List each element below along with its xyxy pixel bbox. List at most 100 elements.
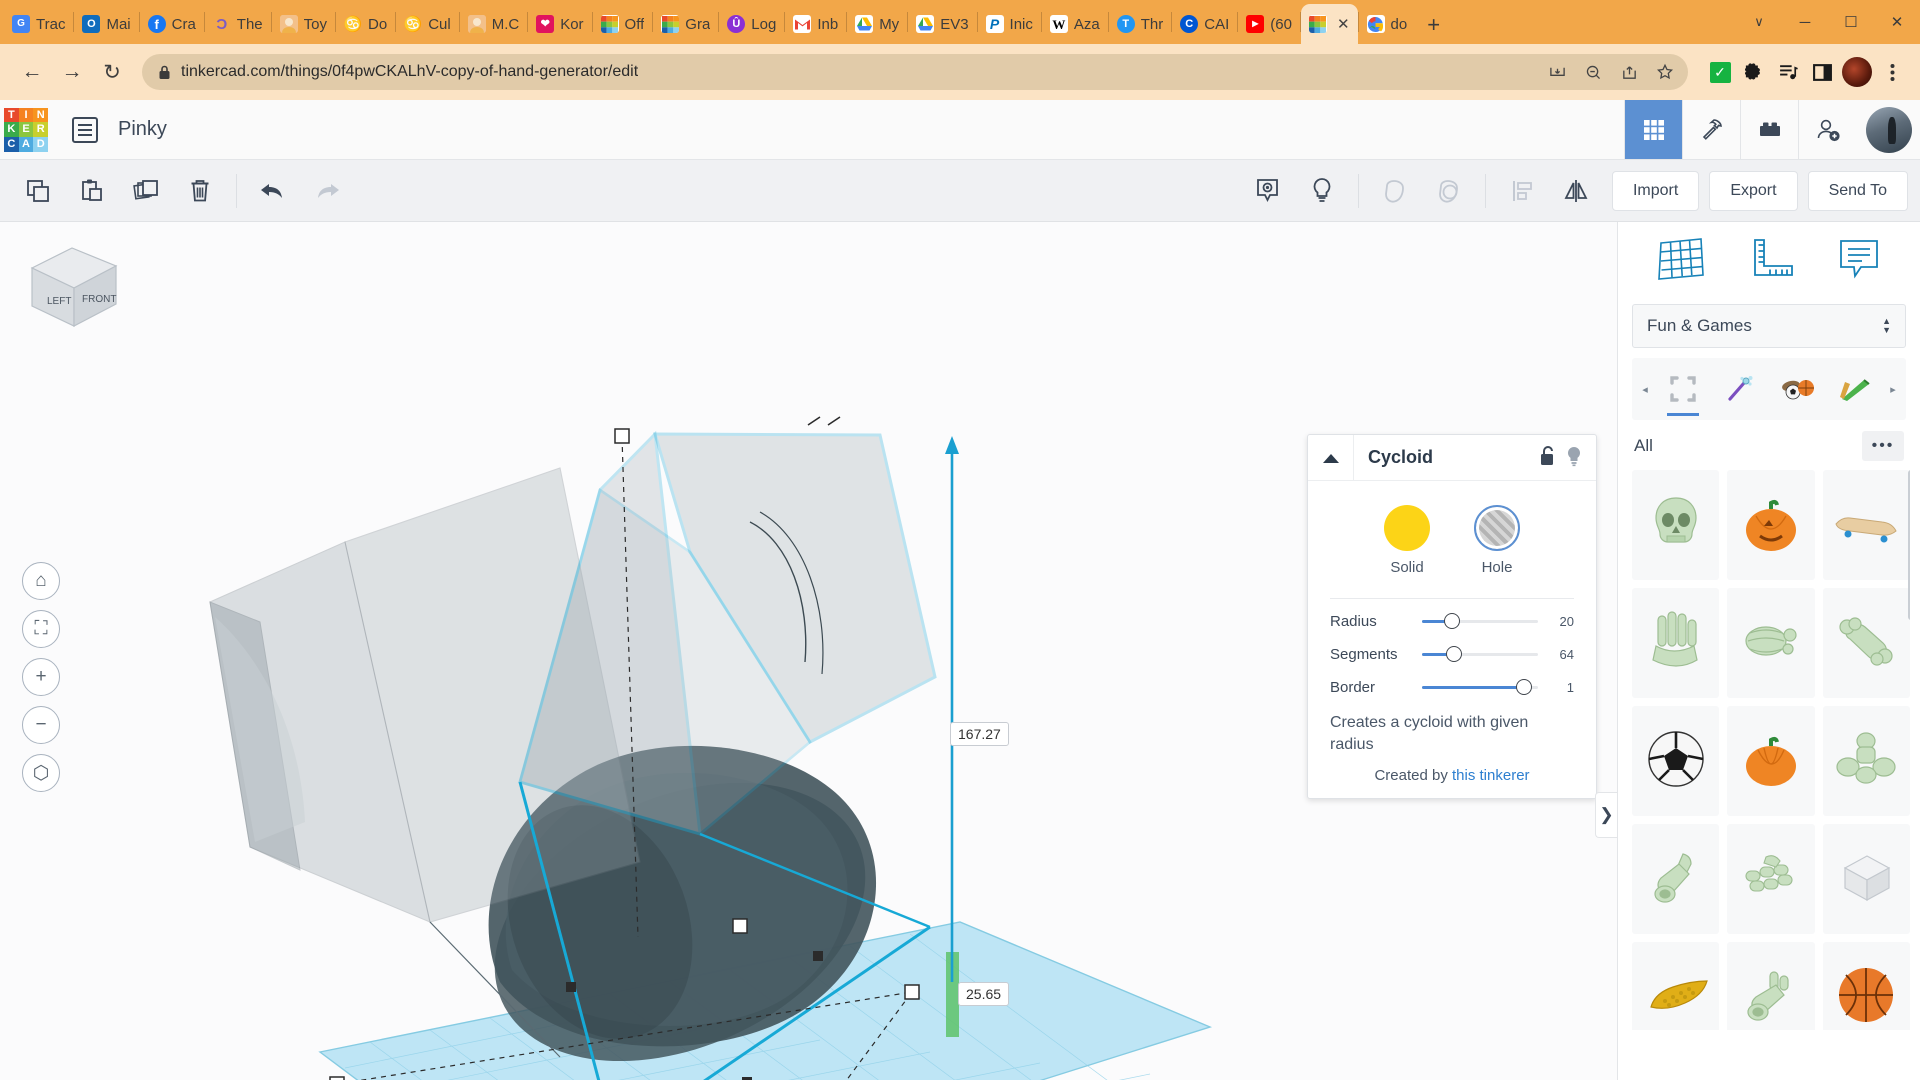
segments-slider-knob[interactable] xyxy=(1446,646,1463,662)
window-close-button[interactable]: ✕ xyxy=(1874,13,1920,31)
send-to-button[interactable]: Send To xyxy=(1807,170,1908,211)
user-avatar[interactable] xyxy=(1866,106,1912,153)
shape-finger-bone[interactable] xyxy=(1632,824,1720,934)
browser-tab[interactable]: ♋ Cul xyxy=(396,4,459,44)
address-bar[interactable]: tinkercad.com/things/0f4pwCKALhV-copy-of… xyxy=(142,54,1688,90)
playlist-icon[interactable] xyxy=(1774,58,1802,86)
subcat-sports[interactable] xyxy=(1769,358,1827,420)
zoom-in-button[interactable]: + xyxy=(22,658,60,696)
reload-button[interactable]: ↻ xyxy=(94,54,130,90)
browser-tab[interactable]: ✕ xyxy=(1300,4,1358,44)
group-button[interactable] xyxy=(1369,168,1421,214)
shape-basketball[interactable] xyxy=(1822,942,1910,1030)
undo-button[interactable] xyxy=(247,168,299,214)
shapes-scrollbar[interactable] xyxy=(1908,470,1910,620)
unlock-icon[interactable] xyxy=(1538,445,1558,471)
browser-tab[interactable]: ♋ Do xyxy=(336,4,395,44)
shape-soccer-ball[interactable] xyxy=(1632,706,1720,816)
browser-tab[interactable]: P Inic xyxy=(978,4,1041,44)
collapse-triangle-icon[interactable] xyxy=(1308,434,1354,481)
subcat-toys[interactable] xyxy=(1712,358,1770,420)
align-button[interactable] xyxy=(1496,168,1548,214)
window-minimize-button[interactable]: ─ xyxy=(1782,14,1828,31)
subcat-playground[interactable] xyxy=(1827,358,1885,420)
copy-button[interactable] xyxy=(12,168,64,214)
radius-slider-track[interactable] xyxy=(1422,613,1538,629)
border-slider-track[interactable] xyxy=(1422,679,1538,695)
perspective-toggle-button[interactable]: ⬡ xyxy=(22,754,60,792)
delete-button[interactable] xyxy=(174,168,226,214)
sidebar-collapse-toggle[interactable]: ❯ xyxy=(1595,792,1617,838)
shape-bone[interactable] xyxy=(1822,588,1910,698)
shape-skull[interactable] xyxy=(1632,470,1720,580)
browser-tab[interactable]: EV3 xyxy=(908,4,976,44)
lightbulb-icon[interactable] xyxy=(1564,445,1584,471)
shapes-more-button[interactable]: ••• xyxy=(1862,431,1904,461)
border-slider-knob[interactable] xyxy=(1516,679,1533,695)
browser-tab[interactable]: Toy xyxy=(272,4,335,44)
browser-tab[interactable]: f Cra xyxy=(140,4,204,44)
tinkercad-logo[interactable]: TINKERCAD xyxy=(4,107,48,152)
radius-slider-knob[interactable] xyxy=(1444,613,1461,629)
shape-toe-bones[interactable] xyxy=(1727,942,1815,1030)
shape-hand-bones[interactable] xyxy=(1632,588,1720,698)
forward-button[interactable]: → xyxy=(54,54,90,90)
shape-box[interactable] xyxy=(1822,824,1910,934)
browser-tab[interactable]: C CAI xyxy=(1172,4,1237,44)
browser-tab[interactable]: Ɔ The xyxy=(205,4,271,44)
project-menu-icon[interactable] xyxy=(72,116,98,143)
browser-tab[interactable]: W Aza xyxy=(1042,4,1108,44)
redo-button[interactable] xyxy=(301,168,353,214)
workplane-grid-icon[interactable] xyxy=(1655,235,1707,288)
comment-button[interactable] xyxy=(1242,168,1294,214)
browser-tab[interactable]: Û Log xyxy=(719,4,784,44)
shape-knuckles[interactable] xyxy=(1727,824,1815,934)
browser-tab[interactable]: Gra xyxy=(653,4,718,44)
browser-history-chevron[interactable]: ∨ xyxy=(1736,14,1782,30)
shape-rib-cage[interactable] xyxy=(1727,588,1815,698)
radius-slider[interactable]: Radius 20 xyxy=(1330,613,1574,630)
browser-tab[interactable]: Off xyxy=(593,4,653,44)
browser-tab[interactable]: ❤ Kor xyxy=(528,4,591,44)
zoom-out-button[interactable]: − xyxy=(22,706,60,744)
tab-close-icon[interactable]: ✕ xyxy=(1333,15,1354,33)
mirror-button[interactable] xyxy=(1550,168,1602,214)
shape-skateboard[interactable] xyxy=(1822,470,1910,580)
export-button[interactable]: Export xyxy=(1709,170,1798,211)
hole-swatch[interactable]: Hole xyxy=(1474,505,1520,576)
browser-tab[interactable]: do xyxy=(1359,4,1416,44)
browser-tab[interactable]: My xyxy=(847,4,907,44)
import-button[interactable]: Import xyxy=(1611,170,1700,211)
tinkerer-link[interactable]: this tinkerer xyxy=(1452,767,1530,784)
new-tab-button[interactable]: + xyxy=(1415,12,1452,44)
browser-tab[interactable]: O Mai xyxy=(74,4,138,44)
zoom-out-icon[interactable] xyxy=(1576,55,1610,89)
checkmark-extension-icon[interactable]: ✓ xyxy=(1706,58,1734,86)
sidepanel-icon[interactable] xyxy=(1808,58,1836,86)
height-dimension[interactable]: 167.27 xyxy=(950,722,1009,746)
shape-vertebra[interactable] xyxy=(1822,706,1910,816)
shape-corn[interactable] xyxy=(1632,942,1720,1030)
shape-pumpkin-carved[interactable] xyxy=(1727,470,1815,580)
puzzle-extensions-icon[interactable] xyxy=(1740,58,1768,86)
solid-swatch[interactable]: Solid xyxy=(1384,505,1430,576)
grid-view-button[interactable] xyxy=(1624,100,1682,159)
note-bubble-icon[interactable] xyxy=(1835,235,1883,288)
bricks-button[interactable] xyxy=(1740,100,1798,159)
segments-slider-track[interactable] xyxy=(1422,646,1538,662)
bookmark-star-icon[interactable] xyxy=(1648,55,1682,89)
ungroup-button[interactable] xyxy=(1423,168,1475,214)
fit-view-button[interactable]: ⛶ xyxy=(22,610,60,648)
view-cube[interactable]: LEFT FRONT xyxy=(24,240,124,330)
segments-slider[interactable]: Segments 64 xyxy=(1330,646,1574,663)
subcat-all[interactable] xyxy=(1654,358,1712,420)
codeblocks-button[interactable] xyxy=(1682,100,1740,159)
invite-button[interactable] xyxy=(1798,100,1856,159)
browser-tab[interactable]: T Thr xyxy=(1109,4,1172,44)
browser-tab[interactable]: M.C xyxy=(460,4,528,44)
subcategory-prev-arrow[interactable]: ◂ xyxy=(1636,383,1654,396)
home-view-button[interactable]: ⌂ xyxy=(22,562,60,600)
browser-tab[interactable]: ▶ (60 xyxy=(1238,4,1300,44)
profile-avatar[interactable] xyxy=(1842,57,1872,87)
share-icon[interactable] xyxy=(1612,55,1646,89)
